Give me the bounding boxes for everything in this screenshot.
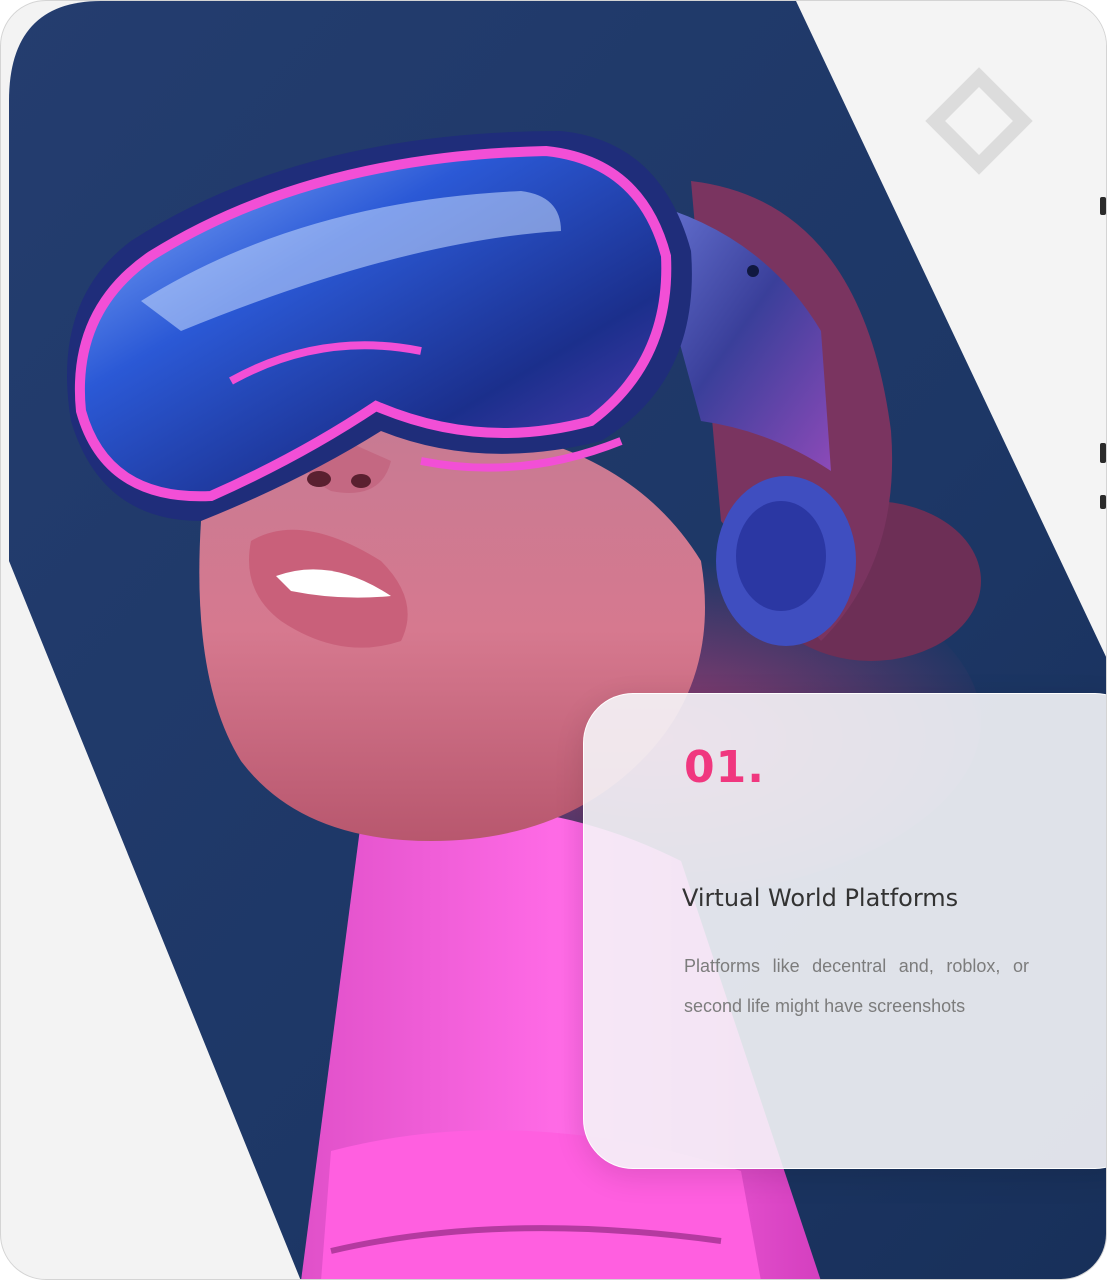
card-description: Platforms like decentral and, roblox, or… [684,956,1029,1016]
card-title: Virtual World Platforms [682,884,959,912]
card-number: 01. [684,742,765,793]
slide-frame: 01. Virtual World Platforms Platforms li… [0,0,1107,1280]
info-card: 01. Virtual World Platforms Platforms li… [583,693,1106,1169]
